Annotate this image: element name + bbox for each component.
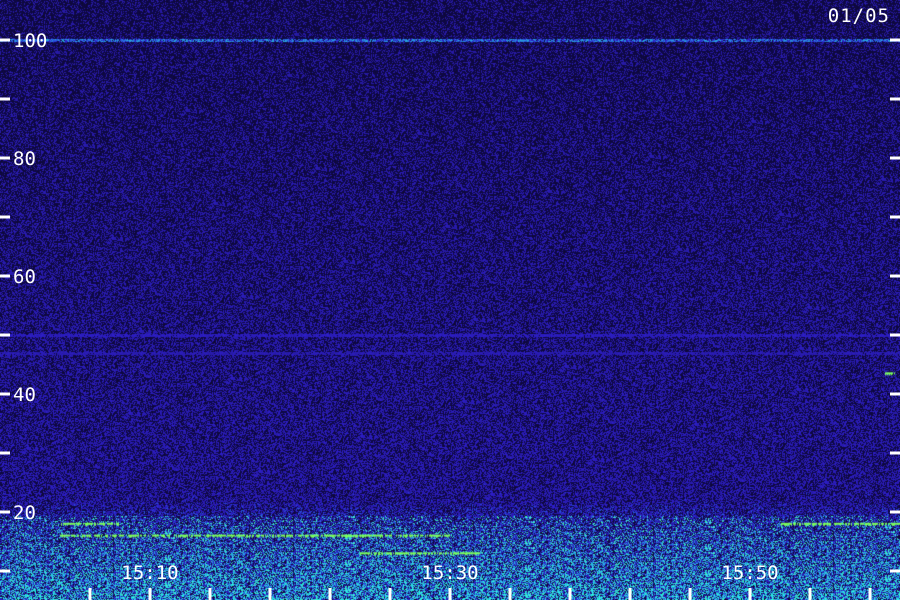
axis-overlay: 100 80 60 40 20 15:10 15:30 15:50 [0,30,900,600]
x-tick-label: 15:50 [721,562,778,584]
x-tick-label: 15:30 [421,562,478,584]
date-label: 01/05 [827,5,890,27]
x-tick-label: 15:10 [121,562,178,584]
y-tick-label: 20 [13,502,36,524]
y-tick-label: 100 [13,30,47,52]
y-tick-label: 60 [13,266,36,288]
y-tick-label: 80 [13,148,36,170]
spectrogram-view: 100 80 60 40 20 15:10 15:30 15:50 01/05 [0,0,900,600]
y-tick-label: 40 [13,384,36,406]
